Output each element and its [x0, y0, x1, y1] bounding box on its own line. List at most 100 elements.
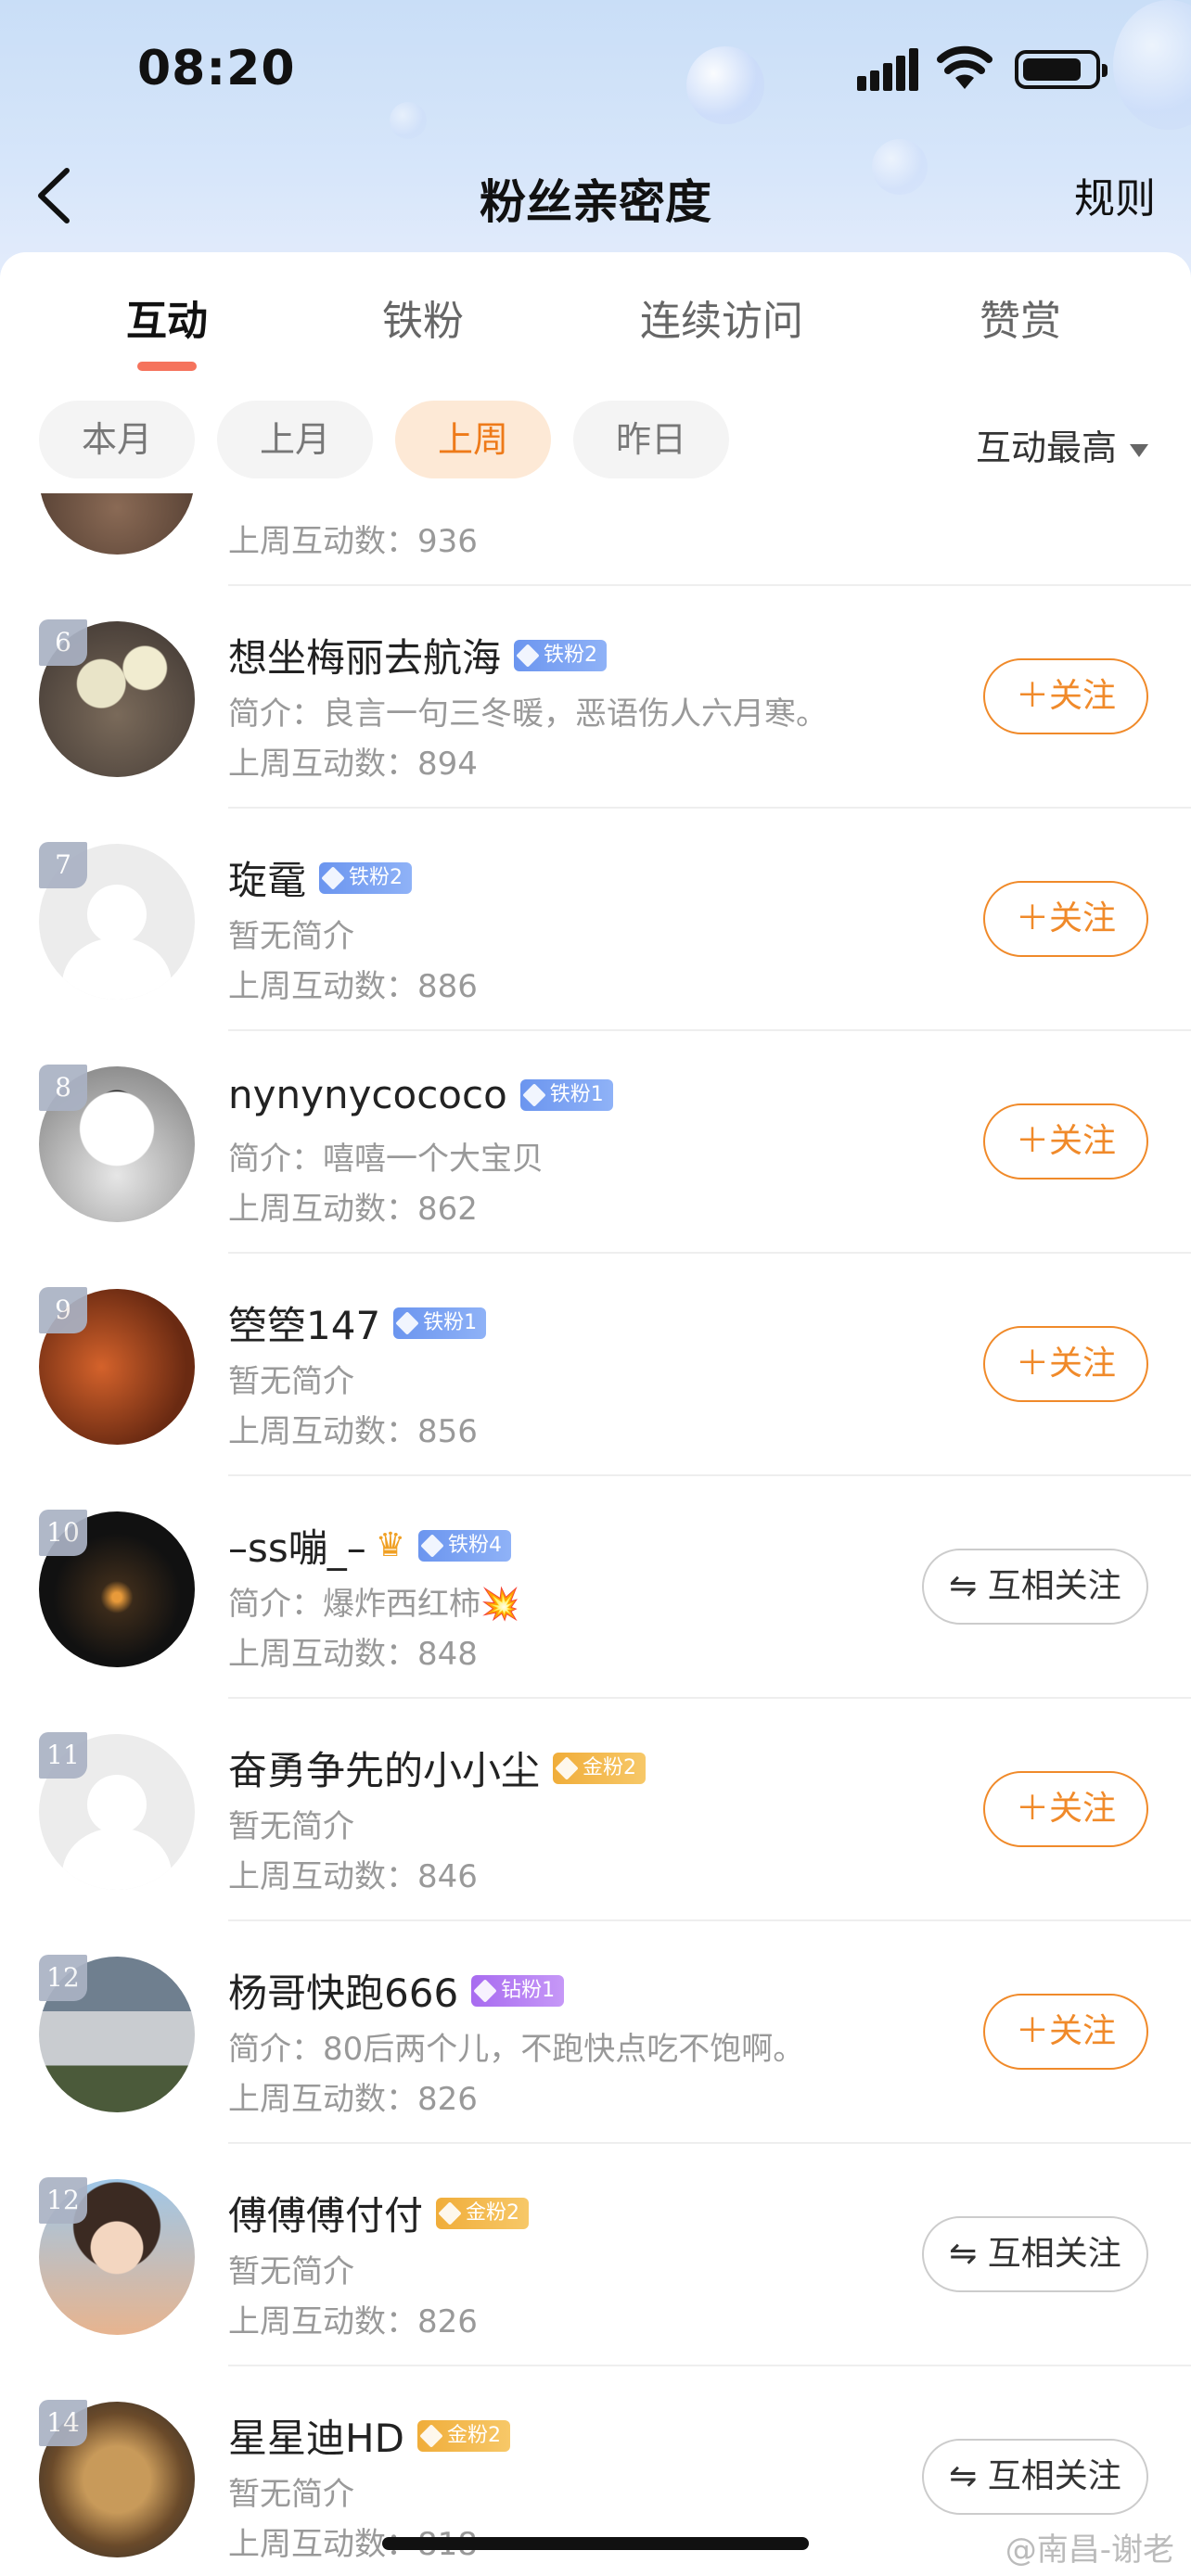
- filter-last-week[interactable]: 上周: [395, 401, 551, 478]
- fan-level-badge: 钻粉1: [471, 1974, 565, 2007]
- tab-interaction[interactable]: 互动: [74, 287, 260, 347]
- user-intro: 暂无简介: [228, 1808, 354, 1845]
- fan-level-label: 金粉2: [446, 2423, 501, 2447]
- diamond-icon: [522, 1082, 546, 1107]
- name-line: 杨哥快跑666 钻粉1: [228, 1962, 565, 2019]
- tab-iron-fans[interactable]: 铁粉: [330, 287, 516, 347]
- follow-button[interactable]: ＋关注: [983, 1994, 1148, 2070]
- fan-level-badge: 铁粉2: [319, 861, 413, 894]
- dropdown-triangle-icon: [1130, 443, 1148, 457]
- list-item-partial[interactable]: 上周互动数：936: [0, 493, 1191, 586]
- rank-badge: 8: [39, 1065, 87, 1111]
- follow-button[interactable]: ＋关注: [983, 658, 1148, 734]
- name-line: nynynycococo 铁粉1: [228, 1072, 613, 1117]
- list-item[interactable]: 7 琁鼋 铁粉2 暂无简介 上周互动数：886 ＋关注: [0, 809, 1191, 1031]
- avatar: [39, 493, 195, 555]
- mutual-follow-button[interactable]: ⇋ 互相关注: [922, 2439, 1148, 2515]
- watermark: @南昌-谢老: [1005, 2531, 1174, 2569]
- diamond-icon: [516, 643, 540, 668]
- user-name[interactable]: nynynycococo: [228, 1072, 507, 1117]
- period-filter-bar: 本月 上月 上周 昨日 互动最高: [0, 401, 1191, 480]
- name-line: 傅傅傅付付 金粉2: [228, 2185, 530, 2241]
- navigation-bar: 粉丝亲密度 规则: [0, 148, 1191, 241]
- interaction-count: 上周互动数：886: [228, 968, 478, 1005]
- home-indicator: [382, 2537, 809, 2550]
- back-arrow-icon[interactable]: [32, 165, 78, 226]
- user-intro: 暂无简介: [228, 2253, 354, 2290]
- fan-level-label: 铁粉1: [549, 1082, 604, 1106]
- name-line: 箜箜147 铁粉1: [228, 1294, 487, 1351]
- tab-bar: 互动 铁粉 连续访问 赞赏: [0, 287, 1191, 371]
- rank-badge: 14: [39, 2400, 87, 2446]
- user-intro: 简介：爆炸西红柿💥: [228, 1586, 520, 1623]
- follow-button[interactable]: ＋关注: [983, 1103, 1148, 1180]
- user-name[interactable]: –ss嘣_–: [228, 1517, 366, 1574]
- fan-level-badge: 金粉2: [553, 1752, 647, 1784]
- crown-icon: ♛: [375, 1526, 406, 1564]
- list-item[interactable]: 11 奋勇争先的小小尘 金粉2 暂无简介上周互动数：846 ＋关注: [0, 1699, 1191, 1921]
- diamond-icon: [395, 1310, 419, 1335]
- interaction-count: 上周互动数：936: [228, 523, 478, 560]
- user-name[interactable]: 杨哥快跑666: [228, 1962, 458, 2019]
- rank-badge: 12: [39, 2177, 87, 2224]
- follow-button[interactable]: ＋关注: [983, 881, 1148, 957]
- gold-gem-icon: [419, 2423, 443, 2448]
- user-name[interactable]: 傅傅傅付付: [228, 2185, 423, 2241]
- follow-button[interactable]: ＋关注: [983, 1771, 1148, 1847]
- interaction-count: 上周互动数：846: [228, 1858, 478, 1895]
- list-item[interactable]: 9 箜箜147 铁粉1 暂无简介 上周互动数：856 ＋关注: [0, 1254, 1191, 1476]
- diamond-icon: [473, 1978, 497, 2003]
- sort-dropdown[interactable]: 互动最高: [976, 419, 1148, 470]
- list-item[interactable]: 6 想坐梅丽去航海 铁粉2 简介：良言一句三冬暖，恶语伤人六月寒。 上周互动数：894 ＋…: [0, 586, 1191, 809]
- rank-badge: 11: [39, 1732, 87, 1779]
- cellular-signal-icon: [857, 48, 918, 91]
- gold-gem-icon: [438, 2200, 462, 2225]
- fan-level-badge: 铁粉2: [514, 639, 608, 671]
- rules-link[interactable]: 规则: [1074, 165, 1156, 224]
- rank-badge: 7: [39, 842, 87, 888]
- rank-badge: 9: [39, 1287, 87, 1333]
- page-title: 粉丝亲密度: [480, 175, 711, 229]
- user-name[interactable]: 琁鼋: [228, 849, 306, 906]
- filter-last-month[interactable]: 上月: [217, 401, 373, 478]
- interaction-count: 上周互动数：856: [228, 1413, 478, 1450]
- wifi-icon: [937, 45, 992, 89]
- fan-level-label: 铁粉4: [448, 1533, 503, 1557]
- tab-consecutive-visits[interactable]: 连续访问: [629, 287, 814, 347]
- filter-this-month[interactable]: 本月: [39, 401, 195, 478]
- tab-rewards[interactable]: 赞赏: [928, 287, 1113, 347]
- follow-button[interactable]: ＋关注: [983, 1326, 1148, 1402]
- fan-level-label: 铁粉2: [544, 643, 598, 667]
- active-tab-indicator: [137, 362, 197, 371]
- list-item[interactable]: 10 –ss嘣_– ♛ 铁粉4 简介：爆炸西红柿💥 上周互动数：848 ⇋ 互相关注: [0, 1476, 1191, 1699]
- fan-level-label: 金粉2: [583, 1755, 637, 1779]
- filter-yesterday[interactable]: 昨日: [573, 401, 729, 478]
- fan-level-label: 钻粉1: [501, 1978, 556, 2002]
- list-item[interactable]: 8 nynynycococo 铁粉1 简介：嘻嘻一个大宝贝 上周互动数：862 ＋关注: [0, 1031, 1191, 1254]
- fan-level-badge: 铁粉4: [418, 1529, 512, 1562]
- rank-badge: 6: [39, 619, 87, 666]
- gold-gem-icon: [555, 1755, 579, 1780]
- user-intro: 简介：良言一句三冬暖，恶语伤人六月寒。: [228, 695, 827, 733]
- user-name[interactable]: 奋勇争先的小小尘: [228, 1740, 540, 1796]
- list-item[interactable]: 12 杨哥快跑666 钻粉1 简介：80后两个儿，不跑快点吃不饱啊。 上周互动数：826…: [0, 1921, 1191, 2144]
- user-name[interactable]: 想坐梅丽去航海: [228, 627, 501, 683]
- user-name[interactable]: 星星迪HD: [228, 2407, 404, 2464]
- fan-list: 上周互动数：936 6 想坐梅丽去航海 铁粉2 简介：良言一句三冬暖，恶语伤人六月寒。…: [0, 493, 1191, 2576]
- app-screen: 08:20 粉丝亲密度 规则 互动 铁粉 连续访问 赞赏 本月 上月 上周 昨日…: [0, 0, 1191, 2576]
- fan-level-badge: 金粉2: [416, 2419, 510, 2452]
- rank-badge: 12: [39, 1955, 87, 2001]
- interaction-count: 上周互动数：894: [228, 746, 478, 783]
- fan-level-badge: 铁粉1: [519, 1078, 613, 1111]
- status-time: 08:20: [137, 41, 296, 96]
- status-bar: 08:20: [0, 0, 1191, 139]
- mutual-follow-button[interactable]: ⇋ 互相关注: [922, 2216, 1148, 2292]
- list-item[interactable]: 12 傅傅傅付付 金粉2 暂无简介 上周互动数：826 ⇋ 互相关注: [0, 2144, 1191, 2366]
- fan-level-badge: 铁粉1: [393, 1307, 487, 1339]
- diamond-icon: [321, 865, 345, 890]
- user-name[interactable]: 箜箜147: [228, 1294, 380, 1351]
- interaction-count: 上周互动数：862: [228, 1191, 478, 1228]
- mutual-follow-button[interactable]: ⇋ 互相关注: [922, 1549, 1148, 1625]
- user-intro: 暂无简介: [228, 2476, 354, 2513]
- name-line: 琁鼋 铁粉2: [228, 849, 413, 906]
